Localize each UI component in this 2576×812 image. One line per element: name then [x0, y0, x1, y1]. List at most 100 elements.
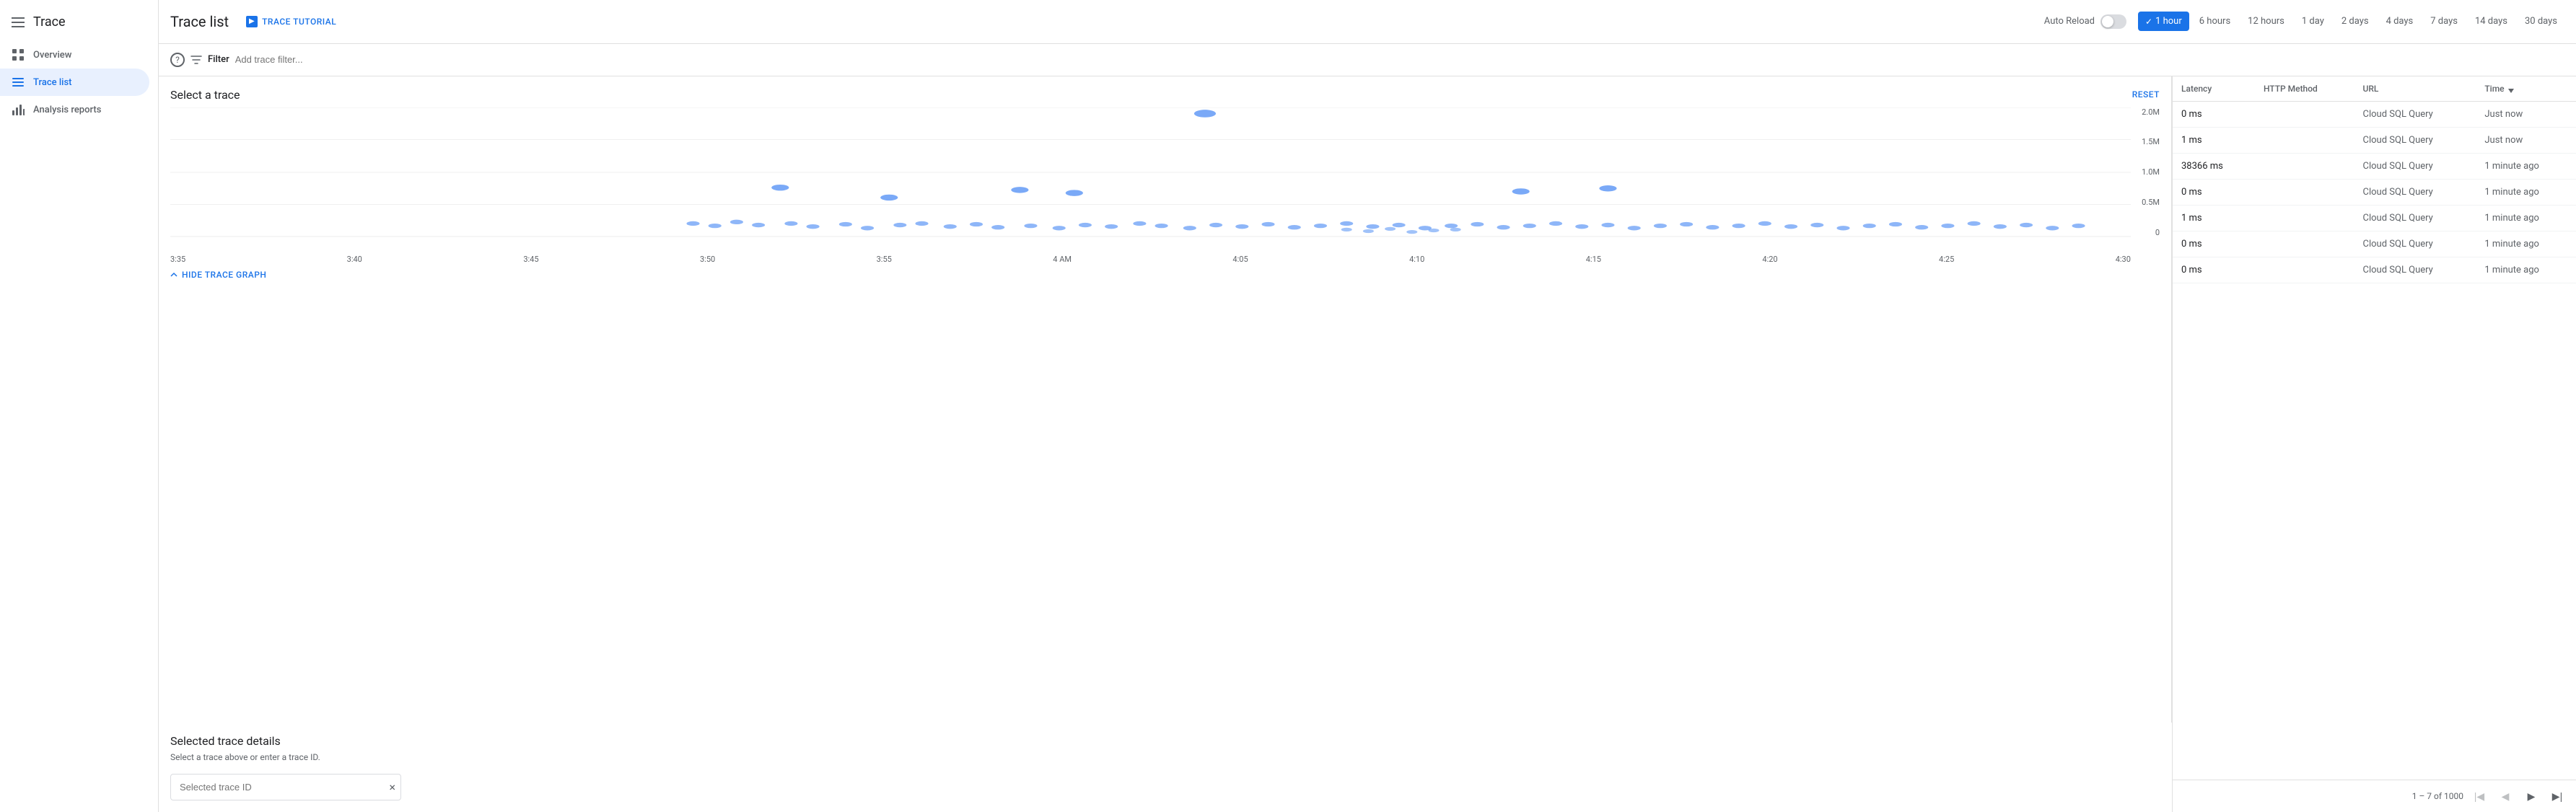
prev-page-button[interactable]: ◀ [2495, 786, 2515, 806]
sidebar-header: Trace [0, 6, 158, 41]
td-http-method [2255, 205, 2354, 231]
chart-wrapper: 2.0M 1.5M 1.0M 0.5M 0 [170, 107, 2160, 252]
table-row[interactable]: 0 ms Cloud SQL Query 1 minute ago [2173, 231, 2576, 257]
time-btn-14days[interactable]: 14 days [2468, 12, 2515, 31]
table-header-row: Latency HTTP Method URL Time [2173, 76, 2576, 102]
toggle-knob [2102, 16, 2113, 27]
time-btn-30days[interactable]: 30 days [2518, 12, 2564, 31]
filter-icon [190, 54, 202, 66]
sidebar-item-analysis-reports[interactable]: Analysis reports [0, 96, 149, 123]
body-split: Select a trace RESET 2.0M 1.5M 1.0M 0.5M… [159, 76, 2576, 812]
traces-table: Latency HTTP Method URL Time [2173, 76, 2576, 283]
sidebar-item-overview-label: Overview [33, 50, 71, 61]
hamburger-icon[interactable] [12, 17, 25, 27]
auto-reload-control: Auto Reload [2044, 14, 2126, 29]
trace-id-clear-button[interactable]: × [389, 782, 395, 793]
x-label-340: 3:40 [347, 255, 362, 264]
grid-icon [12, 48, 25, 61]
list-icon [12, 76, 25, 89]
y-label-15m: 1.5M [2142, 137, 2160, 146]
td-time: 1 minute ago [2476, 179, 2576, 205]
first-page-button[interactable]: |◀ [2469, 786, 2489, 806]
time-btn-1hour[interactable]: ✓ 1 hour [2138, 12, 2189, 31]
table-row[interactable]: 1 ms Cloud SQL Query 1 minute ago [2173, 205, 2576, 231]
td-http-method [2255, 153, 2354, 179]
chart-icon [12, 103, 25, 116]
auto-reload-label: Auto Reload [2044, 16, 2095, 27]
th-sort-time: Time [2484, 84, 2567, 94]
tutorial-label: TRACE TUTORIAL [262, 17, 336, 27]
trace-details-title: Selected trace details [170, 734, 2160, 748]
time-btn-7days[interactable]: 7 days [2423, 12, 2465, 31]
td-url: Cloud SQL Query [2354, 127, 2476, 153]
td-time: 1 minute ago [2476, 231, 2576, 257]
x-label-345: 3:45 [523, 255, 538, 264]
chevron-up-icon [170, 271, 178, 278]
sort-desc-icon [2507, 84, 2515, 93]
td-url: Cloud SQL Query [2354, 205, 2476, 231]
trace-details: Selected trace details Select a trace ab… [159, 723, 2172, 812]
table-row[interactable]: 0 ms Cloud SQL Query 1 minute ago [2173, 257, 2576, 283]
app-title: Trace [33, 14, 66, 30]
chart-header: Select a trace RESET [170, 88, 2160, 102]
table-row[interactable]: 1 ms Cloud SQL Query Just now [2173, 127, 2576, 153]
th-http-method: HTTP Method [2255, 76, 2354, 102]
table-area: Latency HTTP Method URL Time [2172, 76, 2576, 812]
page-info: 1 – 7 of 1000 [2412, 791, 2463, 801]
tutorial-icon: ▶ [246, 16, 258, 27]
main-content: Trace list ▶ TRACE TUTORIAL Auto Reload … [159, 0, 2576, 812]
filter-input[interactable] [235, 54, 2564, 65]
td-url: Cloud SQL Query [2354, 101, 2476, 127]
td-http-method [2255, 231, 2354, 257]
time-btn-2days[interactable]: 2 days [2334, 12, 2376, 31]
chart-canvas[interactable] [170, 107, 2131, 237]
sidebar-item-trace-list[interactable]: Trace list [0, 69, 149, 96]
time-filters: ✓ 1 hour 6 hours 12 hours 1 day 2 days 4… [2138, 12, 2564, 31]
auto-reload-toggle[interactable] [2100, 14, 2126, 29]
td-latency: 0 ms [2173, 257, 2255, 283]
td-url: Cloud SQL Query [2354, 179, 2476, 205]
tutorial-link[interactable]: ▶ TRACE TUTORIAL [246, 16, 336, 27]
td-url: Cloud SQL Query [2354, 153, 2476, 179]
th-time[interactable]: Time [2476, 76, 2576, 102]
sidebar-item-overview[interactable]: Overview [0, 41, 149, 69]
check-icon: ✓ [2145, 17, 2152, 27]
y-label-2m: 2.0M [2142, 107, 2160, 117]
reset-button[interactable]: RESET [2132, 89, 2160, 100]
scatter-chart [170, 107, 2131, 237]
table-container: Latency HTTP Method URL Time [2173, 76, 2576, 780]
x-label-425: 4:25 [1939, 255, 1954, 264]
next-page-button[interactable]: ▶ [2521, 786, 2541, 806]
hide-graph-button[interactable]: HIDE TRACE GRAPH [170, 270, 2160, 280]
left-panel: Select a trace RESET 2.0M 1.5M 1.0M 0.5M… [159, 76, 2172, 812]
trace-id-input[interactable] [170, 774, 401, 800]
sidebar-item-analysis-reports-label: Analysis reports [33, 105, 101, 115]
td-url: Cloud SQL Query [2354, 257, 2476, 283]
table-body: 0 ms Cloud SQL Query Just now 1 ms Cloud… [2173, 101, 2576, 283]
td-time: 1 minute ago [2476, 205, 2576, 231]
pagination: 1 – 7 of 1000 |◀ ◀ ▶ ▶| [2173, 780, 2576, 812]
y-label-1m: 1.0M [2142, 167, 2160, 177]
chart-title: Select a trace [170, 88, 240, 102]
td-http-method [2255, 179, 2354, 205]
td-latency: 0 ms [2173, 101, 2255, 127]
filter-label: Filter [208, 54, 229, 65]
td-http-method [2255, 257, 2354, 283]
chart-y-labels: 2.0M 1.5M 1.0M 0.5M 0 [2142, 107, 2160, 252]
time-btn-12hours[interactable]: 12 hours [2240, 12, 2292, 31]
time-btn-6hours[interactable]: 6 hours [2192, 12, 2238, 31]
topbar: Trace list ▶ TRACE TUTORIAL Auto Reload … [159, 0, 2576, 44]
td-latency: 0 ms [2173, 231, 2255, 257]
x-label-430: 4:30 [2116, 255, 2131, 264]
x-label-410: 4:10 [1409, 255, 1424, 264]
time-btn-4days[interactable]: 4 days [2379, 12, 2421, 31]
x-label-420: 4:20 [1762, 255, 1777, 264]
table-row[interactable]: 0 ms Cloud SQL Query 1 minute ago [2173, 179, 2576, 205]
table-row[interactable]: 38366 ms Cloud SQL Query 1 minute ago [2173, 153, 2576, 179]
chart-x-labels: 3:35 3:40 3:45 3:50 3:55 4 AM 4:05 4:10 … [170, 255, 2160, 264]
help-icon[interactable]: ? [170, 53, 185, 67]
time-btn-1day[interactable]: 1 day [2295, 12, 2331, 31]
sidebar: Trace Overview Trace list [0, 0, 159, 812]
last-page-button[interactable]: ▶| [2547, 786, 2567, 806]
table-row[interactable]: 0 ms Cloud SQL Query Just now [2173, 101, 2576, 127]
